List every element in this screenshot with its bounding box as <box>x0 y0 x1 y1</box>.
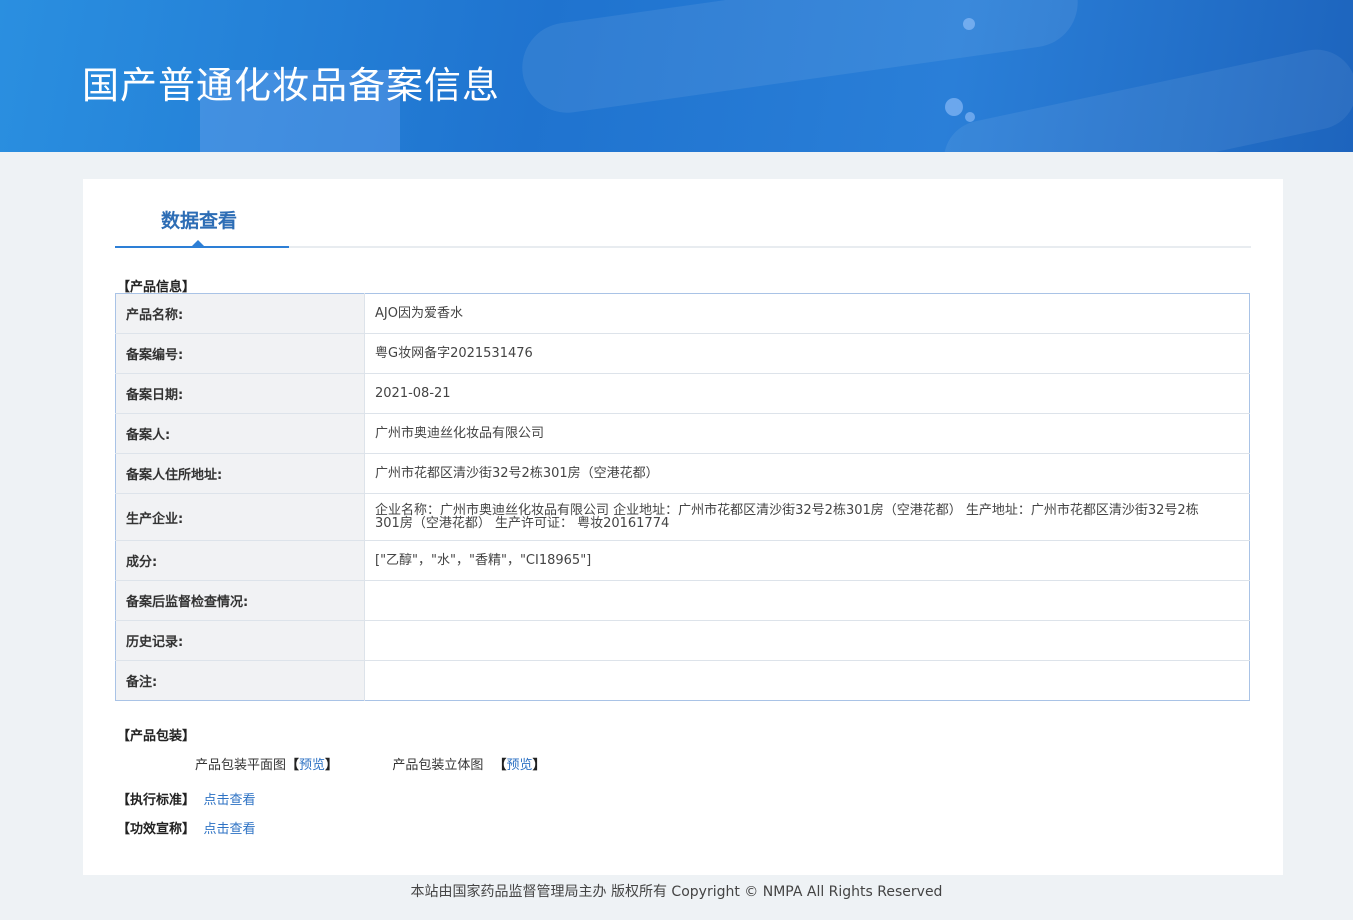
row-value <box>365 661 1250 701</box>
packaging-row: 产品包装平面图【预览】 产品包装立体图 【预览】 <box>195 754 546 773</box>
row-value: 粤G妆网备字2021531476 <box>364 333 1250 374</box>
table-row: 备案人: 广州市奥迪丝化妆品有限公司 <box>115 413 1250 454</box>
row-label: 历史记录: <box>115 620 365 661</box>
caret-up-icon <box>191 240 205 247</box>
table-row: 历史记录: <box>115 620 1250 661</box>
row-value <box>364 620 1250 661</box>
row-label: 生产企业: <box>115 493 365 541</box>
row-value: ["乙醇"，"水"，"香精"，"CI18965"] <box>364 540 1250 581</box>
page-title: 国产普通化妆品备案信息 <box>82 64 500 107</box>
table-row: 备案日期: 2021-08-21 <box>115 373 1250 414</box>
standard-view-link[interactable]: 点击查看 <box>204 793 256 808</box>
row-value <box>364 580 1250 621</box>
efficacy-label: 【功效宣称】 <box>117 822 196 837</box>
row-value: 2021-08-21 <box>364 373 1250 414</box>
row-label: 备案日期: <box>115 373 365 414</box>
table-row: 备注: <box>115 660 1250 701</box>
standard-label: 【执行标准】 <box>117 793 196 808</box>
tab-bar: 数据查看 <box>115 179 1251 248</box>
row-label: 产品名称: <box>115 293 365 334</box>
banner-decoration <box>965 112 975 122</box>
bracket: 【 <box>286 758 300 773</box>
bracket: 】 <box>325 758 339 773</box>
row-value: 企业名称：广州市奥迪丝化妆品有限公司 企业地址：广州市花都区清沙街32号2栋30… <box>364 493 1250 541</box>
packaging-flat-label: 产品包装平面图 <box>195 758 287 773</box>
bracket: 【 <box>493 758 507 773</box>
table-row: 备案编号: 粤G妆网备字2021531476 <box>115 333 1250 374</box>
banner-decoration <box>945 98 963 116</box>
row-label: 备案人: <box>115 413 365 454</box>
row-label: 备注: <box>115 660 365 701</box>
preview-flat-link[interactable]: 预览 <box>299 754 325 773</box>
row-label: 备案人住所地址: <box>115 453 365 494</box>
banner-decoration <box>963 18 975 30</box>
row-label: 备案后监督检查情况: <box>115 580 365 621</box>
main-card: 数据查看 【产品信息】 产品名称: AJO因为爱香水 备案编号: 粤G妆网备字2… <box>83 179 1283 875</box>
packaging-solid-label: 产品包装立体图 <box>392 758 484 773</box>
bracket: 】 <box>532 758 546 773</box>
preview-solid-link[interactable]: 预览 <box>507 754 533 773</box>
row-label: 备案编号: <box>115 333 365 374</box>
banner-decoration <box>936 42 1353 152</box>
row-value: 广州市花都区清沙街32号2栋301房（空港花都） <box>364 453 1250 494</box>
banner-decoration <box>516 0 1084 119</box>
tab-data-view[interactable]: 数据查看 <box>115 179 289 248</box>
section-title-packaging: 【产品包装】 <box>117 729 196 744</box>
footer: 本站由国家药品监督管理局主办 版权所有 Copyright © NMPA All… <box>410 884 943 900</box>
info-table: 产品名称: AJO因为爱香水 备案编号: 粤G妆网备字2021531476 备案… <box>115 293 1250 701</box>
row-value: 广州市奥迪丝化妆品有限公司 <box>364 413 1250 454</box>
efficacy-view-link[interactable]: 点击查看 <box>204 822 256 837</box>
row-label: 成分: <box>115 540 365 581</box>
table-row: 成分: ["乙醇"，"水"，"香精"，"CI18965"] <box>115 540 1250 581</box>
table-row: 备案后监督检查情况: <box>115 580 1250 621</box>
table-row: 产品名称: AJO因为爱香水 <box>115 293 1250 334</box>
section-title-standard: 【执行标准】 点击查看 <box>117 789 256 808</box>
section-title-efficacy: 【功效宣称】 点击查看 <box>117 818 256 837</box>
row-value: AJO因为爱香水 <box>364 293 1250 334</box>
header-banner: 国产普通化妆品备案信息 <box>0 0 1353 152</box>
table-row: 生产企业: 企业名称：广州市奥迪丝化妆品有限公司 企业地址：广州市花都区清沙街3… <box>115 493 1250 541</box>
tab-label: 数据查看 <box>161 210 238 232</box>
table-row: 备案人住所地址: 广州市花都区清沙街32号2栋301房（空港花都） <box>115 453 1250 494</box>
